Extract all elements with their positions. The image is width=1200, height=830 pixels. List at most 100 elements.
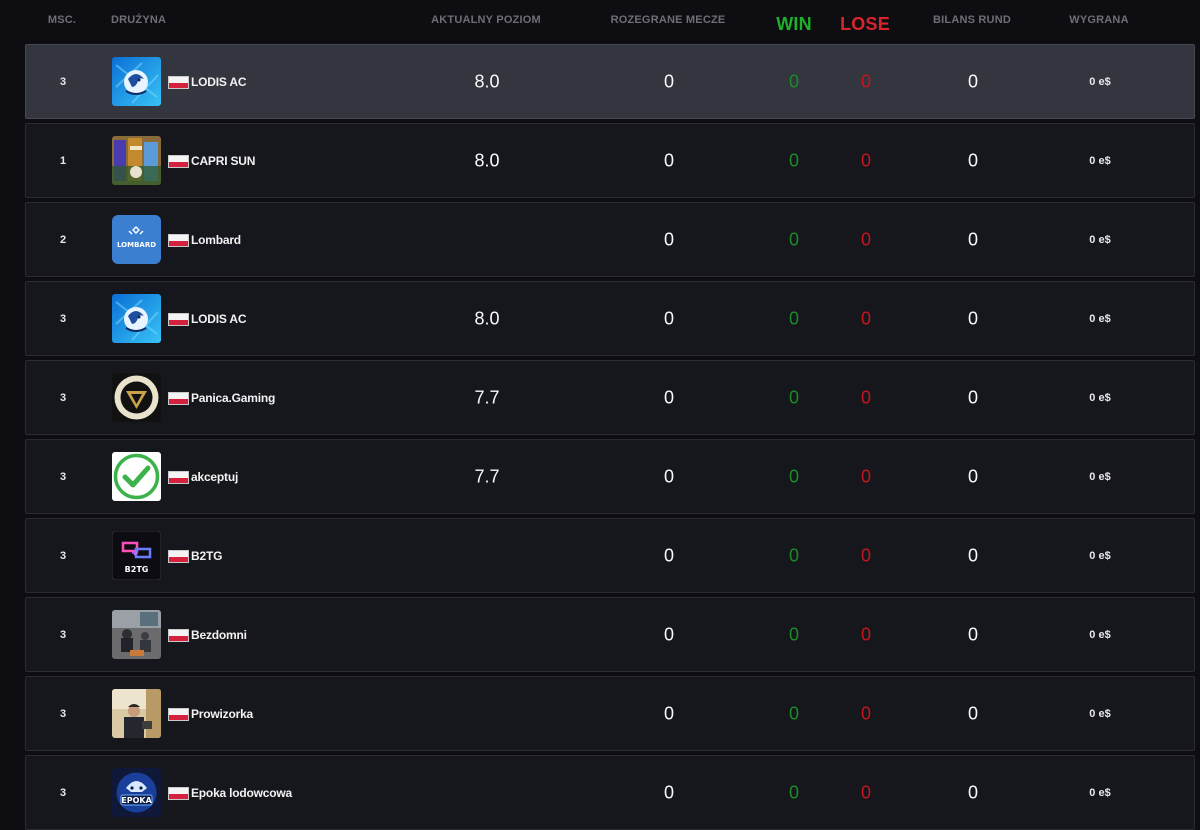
win-count: 0 (788, 308, 800, 328)
capri-sun-logo[interactable] (112, 136, 161, 185)
col-header-pos[interactable]: MSC. (48, 14, 76, 26)
poland-flag-icon (168, 471, 189, 484)
position: 3 (59, 391, 67, 404)
table-row[interactable]: 3 B2TG B2TG 0 0 0 0 0 e$ (25, 518, 1195, 593)
table-row[interactable]: 3 Prowizorka 0 0 0 0 0 e$ (25, 676, 1195, 751)
table-row[interactable]: 2 LOMBARD Lombard 0 0 0 0 0 e$ (25, 202, 1195, 277)
team-name[interactable]: LODIS AC (191, 75, 246, 89)
lombard-logo[interactable]: LOMBARD (112, 215, 161, 264)
lose-count: 0 (860, 466, 872, 486)
poland-flag-icon (168, 313, 189, 326)
win-count: 0 (788, 703, 800, 723)
col-header-level[interactable]: AKTUALNY POZIOM (431, 14, 541, 26)
b2tg-logo[interactable]: B2TG (112, 531, 161, 580)
position: 3 (59, 75, 67, 88)
svg-text:B2TG: B2TG (125, 565, 149, 574)
prize-amount: 0 e$ (1089, 391, 1111, 404)
prize-amount: 0 e$ (1089, 707, 1111, 720)
epoka-logo[interactable]: EPOKA (112, 768, 161, 817)
prize-amount: 0 e$ (1089, 470, 1111, 483)
rounds-balance: 0 (967, 545, 979, 565)
rounds-balance: 0 (967, 229, 979, 249)
team-name[interactable]: Panica.Gaming (191, 391, 275, 405)
current-level: 8.0 (474, 308, 500, 328)
team-name[interactable]: akceptuj (191, 470, 238, 484)
matches-played: 0 (663, 782, 675, 802)
prize-amount: 0 e$ (1089, 75, 1111, 88)
table-row[interactable]: 3 LODIS AC 8.0 0 0 0 0 0 e$ (25, 281, 1195, 356)
table-row[interactable]: 1 CAPRI SUN 8.0 0 0 0 0 0 e$ (25, 123, 1195, 198)
position: 3 (59, 470, 67, 483)
position: 3 (59, 628, 67, 641)
lose-count: 0 (860, 703, 872, 723)
checkmark-logo[interactable] (112, 452, 161, 501)
win-count: 0 (788, 624, 800, 644)
table-row[interactable]: 3 Bezdomni 0 0 0 0 0 e$ (25, 597, 1195, 672)
poland-flag-icon (168, 708, 189, 721)
table-row[interactable]: 3 Panica.Gaming 7.7 0 0 0 0 0 e$ (25, 360, 1195, 435)
position: 3 (59, 707, 67, 720)
poland-flag-icon (168, 234, 189, 247)
matches-played: 0 (663, 308, 675, 328)
team-name[interactable]: Prowizorka (191, 707, 253, 721)
current-level: 7.7 (474, 466, 500, 486)
panica-gaming-logo[interactable] (112, 373, 161, 422)
win-count: 0 (788, 229, 800, 249)
win-count: 0 (788, 782, 800, 802)
lodis-logo[interactable] (112, 57, 161, 106)
prize-amount: 0 e$ (1089, 786, 1111, 799)
svg-text:LOMBARD: LOMBARD (117, 241, 156, 249)
matches-played: 0 (663, 703, 675, 723)
prize-amount: 0 e$ (1089, 233, 1111, 246)
prize-amount: 0 e$ (1089, 549, 1111, 562)
current-level: 8.0 (474, 150, 500, 170)
team-name[interactable]: Epoka lodowcowa (191, 786, 292, 800)
win-count: 0 (788, 545, 800, 565)
col-header-lose[interactable]: LOSE (840, 14, 890, 35)
poland-flag-icon (168, 155, 189, 168)
lose-count: 0 (860, 71, 872, 91)
poland-flag-icon (168, 787, 189, 800)
team-name[interactable]: B2TG (191, 549, 222, 563)
current-level: 8.0 (474, 71, 500, 91)
position: 2 (59, 233, 67, 246)
team-name[interactable]: Bezdomni (191, 628, 247, 642)
col-header-team[interactable]: DRUŻYNA (111, 14, 166, 26)
team-name[interactable]: Lombard (191, 233, 241, 247)
col-header-win[interactable]: WIN (776, 14, 812, 35)
poland-flag-icon (168, 76, 189, 89)
position: 3 (59, 312, 67, 325)
win-count: 0 (788, 71, 800, 91)
rounds-balance: 0 (967, 703, 979, 723)
rounds-balance: 0 (967, 624, 979, 644)
matches-played: 0 (663, 229, 675, 249)
matches-played: 0 (663, 545, 675, 565)
poland-flag-icon (168, 550, 189, 563)
win-count: 0 (788, 150, 800, 170)
lose-count: 0 (860, 387, 872, 407)
bezdomni-photo[interactable] (112, 610, 161, 659)
prize-amount: 0 e$ (1089, 628, 1111, 641)
svg-text:EPOKA: EPOKA (121, 796, 152, 805)
col-header-bilans[interactable]: BILANS RUND (933, 14, 1011, 26)
lose-count: 0 (860, 150, 872, 170)
lose-count: 0 (860, 624, 872, 644)
team-name[interactable]: CAPRI SUN (191, 154, 255, 168)
matches-played: 0 (663, 624, 675, 644)
col-header-prize[interactable]: WYGRANA (1069, 14, 1128, 26)
lose-count: 0 (860, 782, 872, 802)
table-row[interactable]: 3 EPOKA Epoka lodowcowa 0 0 0 0 0 e$ (25, 755, 1195, 830)
matches-played: 0 (663, 466, 675, 486)
prize-amount: 0 e$ (1089, 312, 1111, 325)
table-row[interactable]: 3 LODIS AC 8.0 0 0 0 0 0 e$ (25, 44, 1195, 119)
lose-count: 0 (860, 229, 872, 249)
prowizorka-photo[interactable] (112, 689, 161, 738)
poland-flag-icon (168, 629, 189, 642)
team-name[interactable]: LODIS AC (191, 312, 246, 326)
table-row[interactable]: 3 akceptuj 7.7 0 0 0 0 0 e$ (25, 439, 1195, 514)
win-count: 0 (788, 466, 800, 486)
col-header-matches[interactable]: ROZEGRANE MECZE (611, 14, 726, 26)
prize-amount: 0 e$ (1089, 154, 1111, 167)
lodis-logo[interactable] (112, 294, 161, 343)
rounds-balance: 0 (967, 782, 979, 802)
